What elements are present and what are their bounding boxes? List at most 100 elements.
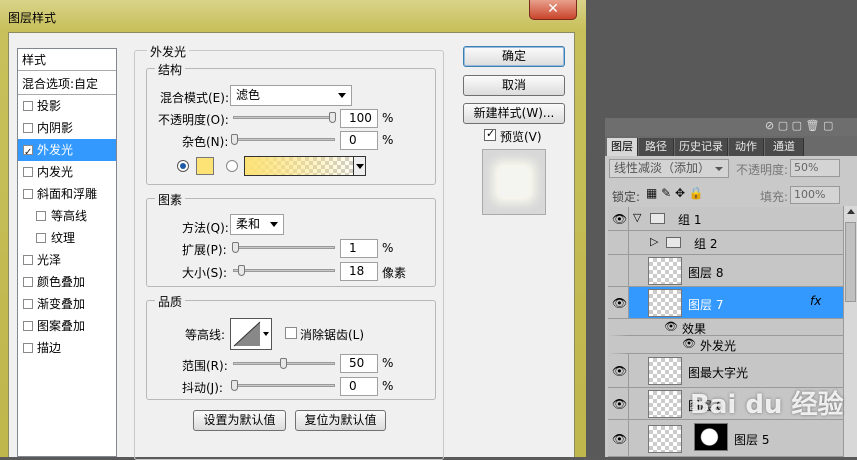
visibility-toggle[interactable]: 👁 — [608, 420, 629, 456]
spread-unit: % — [382, 241, 394, 255]
spread-slider-track[interactable] — [233, 246, 335, 249]
reset-default-button[interactable]: 复位为默认值 — [295, 410, 386, 431]
layer-row-3[interactable]: 👁 图层 7 fx — [608, 287, 843, 319]
spread-slider-thumb[interactable] — [231, 242, 239, 253]
visibility-toggle[interactable]: 👁 — [608, 207, 629, 230]
visibility-toggle[interactable]: 👁 — [608, 388, 629, 419]
noise-unit: % — [382, 133, 394, 147]
style-item-label: 纹理 — [51, 231, 76, 245]
opacity-slider-thumb[interactable] — [329, 112, 336, 123]
style-checkbox[interactable] — [23, 277, 33, 287]
style-item-11[interactable]: 描边 — [18, 337, 116, 359]
opacity-slider-track[interactable] — [233, 116, 335, 119]
style-checkbox[interactable] — [23, 189, 33, 199]
antialias-checkbox[interactable] — [285, 327, 297, 339]
ok-button[interactable]: 确定 — [463, 46, 565, 67]
layer-name: 组 2 — [694, 237, 718, 251]
size-slider-track[interactable] — [233, 269, 335, 272]
fx-icon[interactable]: fx — [810, 294, 821, 308]
panel-tab-4[interactable]: 通道 — [765, 138, 804, 156]
layer-row-4[interactable]: 👁 效果 — [608, 319, 843, 336]
eye-icon[interactable]: 👁 — [682, 337, 696, 350]
layer-row-6[interactable]: 👁 图最大字光 — [608, 354, 843, 388]
style-item-8[interactable]: 颜色叠加 — [18, 271, 116, 293]
layer-row-2[interactable]: 图层 8 — [608, 255, 843, 287]
style-checkbox[interactable] — [23, 142, 33, 164]
blend-options-item[interactable]: 混合选项:自定 — [18, 73, 116, 95]
panel-tab-3[interactable]: 动作 — [729, 138, 764, 156]
panel-tab-2[interactable]: 历史记录 — [675, 138, 728, 156]
style-checkbox[interactable] — [23, 101, 33, 111]
size-input[interactable]: 18 — [340, 262, 378, 281]
panel-tab-0[interactable]: 图层 — [607, 138, 638, 156]
style-checkbox[interactable] — [23, 321, 33, 331]
gradient-radio[interactable] — [226, 160, 238, 172]
lock-icons[interactable]: ▦ ✎ ✥ 🔒 — [646, 186, 704, 200]
fill-input[interactable]: 100% — [790, 186, 840, 204]
style-item-label: 内发光 — [37, 165, 74, 179]
style-checkbox[interactable] — [23, 343, 33, 353]
title-bar[interactable]: 图层样式 ✕ — [0, 0, 586, 32]
color-radio[interactable] — [177, 160, 189, 172]
style-checkbox[interactable] — [23, 167, 33, 177]
layer-row-5[interactable]: 👁 外发光 — [608, 336, 843, 354]
new-style-button[interactable]: 新建样式(W)... — [463, 103, 565, 124]
size-slider-thumb[interactable] — [237, 265, 245, 276]
glow-color-swatch[interactable] — [196, 157, 214, 175]
layer-row-0[interactable]: 👁 ▽ 组 1 — [608, 207, 843, 231]
layer-row-8[interactable]: 👁 图层 5 — [608, 420, 843, 457]
expand-open-icon[interactable]: ▽ — [633, 211, 641, 224]
visibility-toggle[interactable]: 👁 — [608, 287, 629, 318]
layer-mask-thumbnail[interactable] — [694, 423, 728, 451]
noise-slider-thumb[interactable] — [231, 134, 238, 145]
visibility-toggle[interactable] — [608, 231, 629, 254]
style-checkbox[interactable] — [36, 233, 46, 243]
layer-thumbnail — [648, 257, 682, 285]
jitter-input[interactable]: 0 — [340, 377, 378, 396]
style-checkbox[interactable] — [23, 299, 33, 309]
style-item-2[interactable]: 外发光 — [18, 139, 116, 164]
method-select[interactable]: 柔和 — [230, 214, 284, 235]
style-item-3[interactable]: 内发光 — [18, 161, 116, 183]
expand-closed-icon[interactable]: ▷ — [650, 235, 658, 248]
cancel-button[interactable]: 取消 — [463, 75, 565, 96]
visibility-toggle[interactable]: 👁 — [608, 354, 629, 387]
style-item-0[interactable]: 投影 — [18, 95, 116, 117]
style-checkbox[interactable] — [23, 123, 33, 133]
style-checkbox[interactable] — [23, 255, 33, 265]
opacity-input[interactable]: 100 — [340, 109, 378, 128]
set-default-button[interactable]: 设置为默认值 — [193, 410, 286, 431]
style-item-9[interactable]: 渐变叠加 — [18, 293, 116, 315]
layer-blend-mode-select[interactable]: 线性减淡（添加） — [609, 159, 729, 178]
noise-input[interactable]: 0 — [340, 131, 378, 150]
blend-mode-select[interactable]: 滤色 — [230, 85, 352, 106]
jitter-slider-track[interactable] — [233, 384, 335, 387]
preview-swatch — [499, 167, 529, 197]
style-item-10[interactable]: 图案叠加 — [18, 315, 116, 337]
style-checkbox[interactable] — [36, 211, 46, 221]
style-item-5[interactable]: 等高线 — [18, 205, 116, 227]
preview-checkbox[interactable]: ✓ — [484, 127, 496, 141]
spread-input[interactable]: 1 — [340, 239, 378, 258]
gradient-picker[interactable] — [244, 156, 366, 176]
layers-scrollbar[interactable] — [843, 206, 857, 457]
range-input[interactable]: 50 — [340, 354, 378, 373]
style-item-6[interactable]: 纹理 — [18, 227, 116, 249]
style-item-1[interactable]: 内阴影 — [18, 117, 116, 139]
jitter-slider-thumb[interactable] — [231, 380, 238, 391]
style-item-4[interactable]: 斜面和浮雕 — [18, 183, 116, 205]
scroll-up-icon[interactable] — [847, 209, 855, 214]
styles-header[interactable]: 样式 — [18, 49, 116, 71]
eye-icon[interactable]: 👁 — [664, 320, 678, 333]
panel-tab-1[interactable]: 路径 — [639, 138, 674, 156]
scroll-thumb[interactable] — [845, 222, 856, 302]
contour-picker[interactable] — [230, 318, 272, 350]
visibility-toggle[interactable] — [608, 255, 629, 286]
style-item-7[interactable]: 光泽 — [18, 249, 116, 271]
range-slider-thumb[interactable] — [280, 358, 287, 369]
gradient-dropdown[interactable] — [353, 157, 365, 175]
noise-slider-track[interactable] — [233, 138, 335, 141]
layer-opacity-input[interactable]: 50% — [790, 159, 840, 177]
close-button[interactable]: ✕ — [529, 0, 577, 20]
layer-row-1[interactable]: ▷ 组 2 — [608, 231, 843, 255]
